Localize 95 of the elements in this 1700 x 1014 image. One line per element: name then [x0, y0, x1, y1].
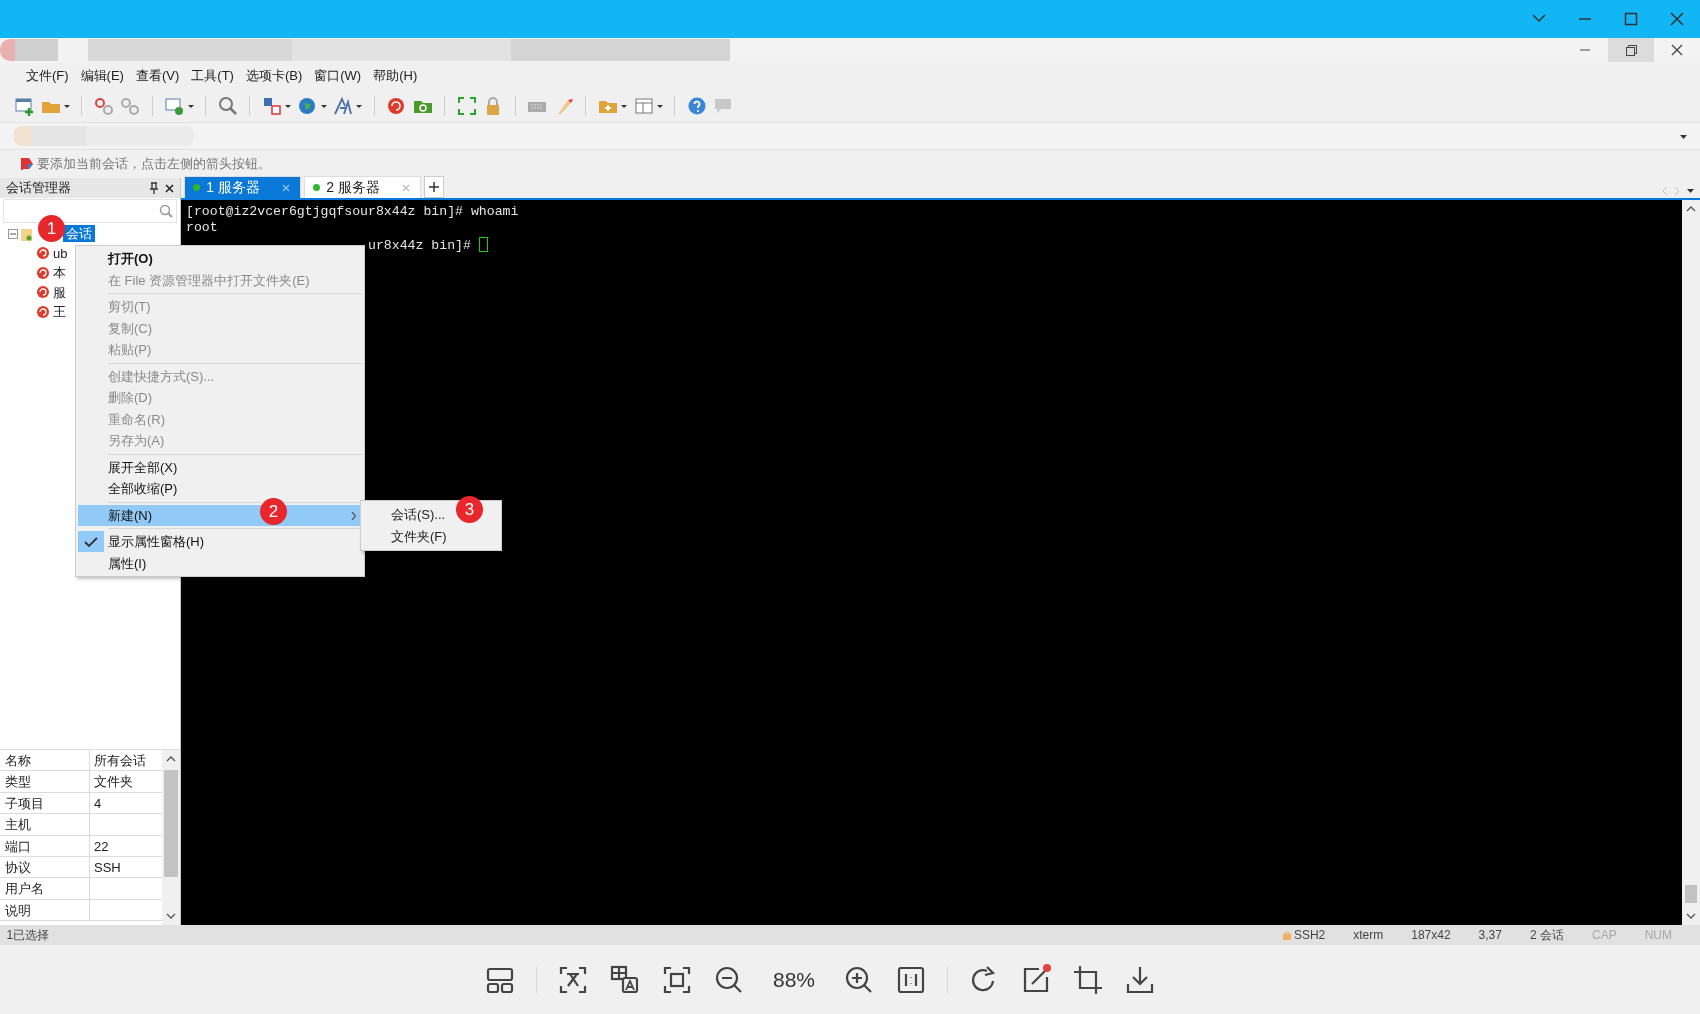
status-text: xterm [1353, 927, 1384, 944]
close-icon[interactable] [165, 184, 174, 194]
status-text: SSH2 [1293, 927, 1326, 944]
caret-icon[interactable] [320, 104, 327, 108]
property-name: 协议 [0, 856, 90, 878]
caret-icon[interactable] [284, 104, 291, 108]
caret-icon[interactable] [656, 104, 663, 108]
hint-text[interactable]: 要添加当前会话，点击左侧的箭头按钮。 [37, 154, 272, 174]
tab-label: 2 服务器 [326, 178, 380, 197]
caret-icon[interactable] [187, 104, 194, 108]
property-value: 文件夹 [93, 773, 134, 792]
flag-icon [20, 157, 34, 171]
scroll-down-icon[interactable] [1686, 913, 1696, 919]
font-icon[interactable] [333, 96, 353, 116]
tree-item[interactable]: 会话 [62, 225, 95, 243]
globe-icon[interactable] [297, 96, 318, 116]
property-value: SSH [93, 858, 122, 877]
caret-icon[interactable] [63, 104, 70, 108]
caret-icon[interactable] [1680, 134, 1687, 139]
menu-item[interactable]: 查看(V) [129, 62, 186, 90]
tree-item[interactable]: 本 [50, 264, 69, 282]
menu-item[interactable]: 帮助(H) [367, 62, 424, 90]
scroll-down-icon[interactable] [166, 913, 176, 919]
fullscreen-icon[interactable] [456, 96, 477, 116]
add-tab-button[interactable] [424, 176, 445, 198]
new-session-icon[interactable] [14, 96, 34, 116]
menu-item[interactable]: 全部收缩(P) [78, 478, 362, 500]
property-value: 22 [93, 837, 110, 856]
menu-item[interactable]: 显示属性窗格(H) [78, 531, 362, 553]
zoom-level: 88% [772, 966, 816, 993]
menu-item[interactable]: 文件(F) [20, 62, 75, 90]
status-text: 187x42 [1411, 927, 1451, 944]
status-text: 2 会话 [1529, 927, 1564, 944]
status-text: 1已选择 [6, 927, 51, 944]
swirl-icon [36, 246, 50, 261]
menu-item[interactable]: 会话(S)... [391, 504, 446, 525]
property-name: 子项目 [0, 792, 90, 814]
help-icon[interactable] [686, 96, 707, 116]
tab-label: 1 服务器 [206, 178, 260, 197]
status-dot-icon [193, 184, 201, 191]
caret-icon[interactable] [621, 104, 627, 108]
tree-item[interactable]: ub [50, 244, 71, 262]
scroll-up-icon[interactable] [166, 756, 176, 762]
menu-item[interactable]: 文件夹(F) [391, 525, 447, 547]
search-field[interactable] [3, 199, 177, 223]
menu-item[interactable]: 窗口(W) [308, 62, 368, 90]
pin-icon[interactable] [148, 182, 159, 194]
menu-item[interactable]: 展开全部(X) [78, 456, 362, 478]
terminal-line: [root@iz2vcer6gtjgqfsour8x44z bin]# whoami [186, 204, 519, 219]
search-icon [158, 204, 173, 218]
swirl-icon[interactable] [386, 96, 407, 116]
session-tab[interactable]: 2 服务器 [304, 176, 421, 198]
search-icon[interactable] [217, 96, 238, 116]
menu-item[interactable]: 编辑(E) [74, 62, 130, 90]
swirl-icon [36, 285, 50, 300]
restore-icon[interactable] [1624, 43, 1638, 57]
scrollbar[interactable] [1682, 200, 1700, 925]
session-tab[interactable]: 1 服务器 [184, 176, 301, 198]
status-text: 3,37 [1478, 927, 1502, 944]
property-name: 说明 [0, 899, 90, 921]
property-name: 主机 [0, 814, 90, 835]
status-text: CAP [1592, 927, 1617, 944]
status-text: NUM [1644, 927, 1672, 944]
scroll-thumb[interactable] [164, 770, 178, 877]
menu-item[interactable]: 属性(I) [78, 552, 362, 574]
swirl-icon [36, 304, 50, 319]
maximize-icon[interactable] [1622, 10, 1640, 28]
folder-icon [21, 227, 34, 242]
tree-item[interactable]: 王 [50, 303, 69, 321]
collapse-icon[interactable] [8, 228, 18, 239]
menu-item[interactable]: 选项卡(B) [239, 62, 309, 90]
scroll-up-icon[interactable] [1686, 206, 1696, 212]
lock-icon [1282, 930, 1291, 940]
tree-item[interactable]: 服 [50, 283, 69, 301]
close-icon[interactable] [1668, 10, 1686, 28]
property-name: 端口 [0, 835, 90, 856]
property-value: 4 [93, 794, 103, 813]
status-dot-icon [313, 184, 321, 191]
caret-icon[interactable] [356, 104, 363, 108]
plus-icon [429, 182, 440, 192]
swirl-icon [36, 265, 50, 280]
terminal-line: ur8x44z bin]# [368, 238, 471, 253]
panel-title: 会话管理器 [6, 179, 72, 198]
terminal-line: root [186, 220, 218, 235]
property-name: 名称 [0, 750, 90, 771]
property-name: 类型 [0, 771, 90, 792]
menu-item[interactable]: 打开(O) [78, 248, 362, 270]
caret-icon[interactable] [1686, 188, 1694, 193]
scrollbar[interactable] [162, 750, 180, 925]
close-icon[interactable] [1670, 43, 1684, 57]
scroll-thumb[interactable] [1685, 885, 1697, 903]
property-value: 所有会话 [93, 752, 147, 770]
property-name: 用户名 [0, 878, 90, 899]
settings-icon[interactable] [164, 96, 185, 116]
menu-item[interactable]: 工具(T) [185, 62, 240, 90]
